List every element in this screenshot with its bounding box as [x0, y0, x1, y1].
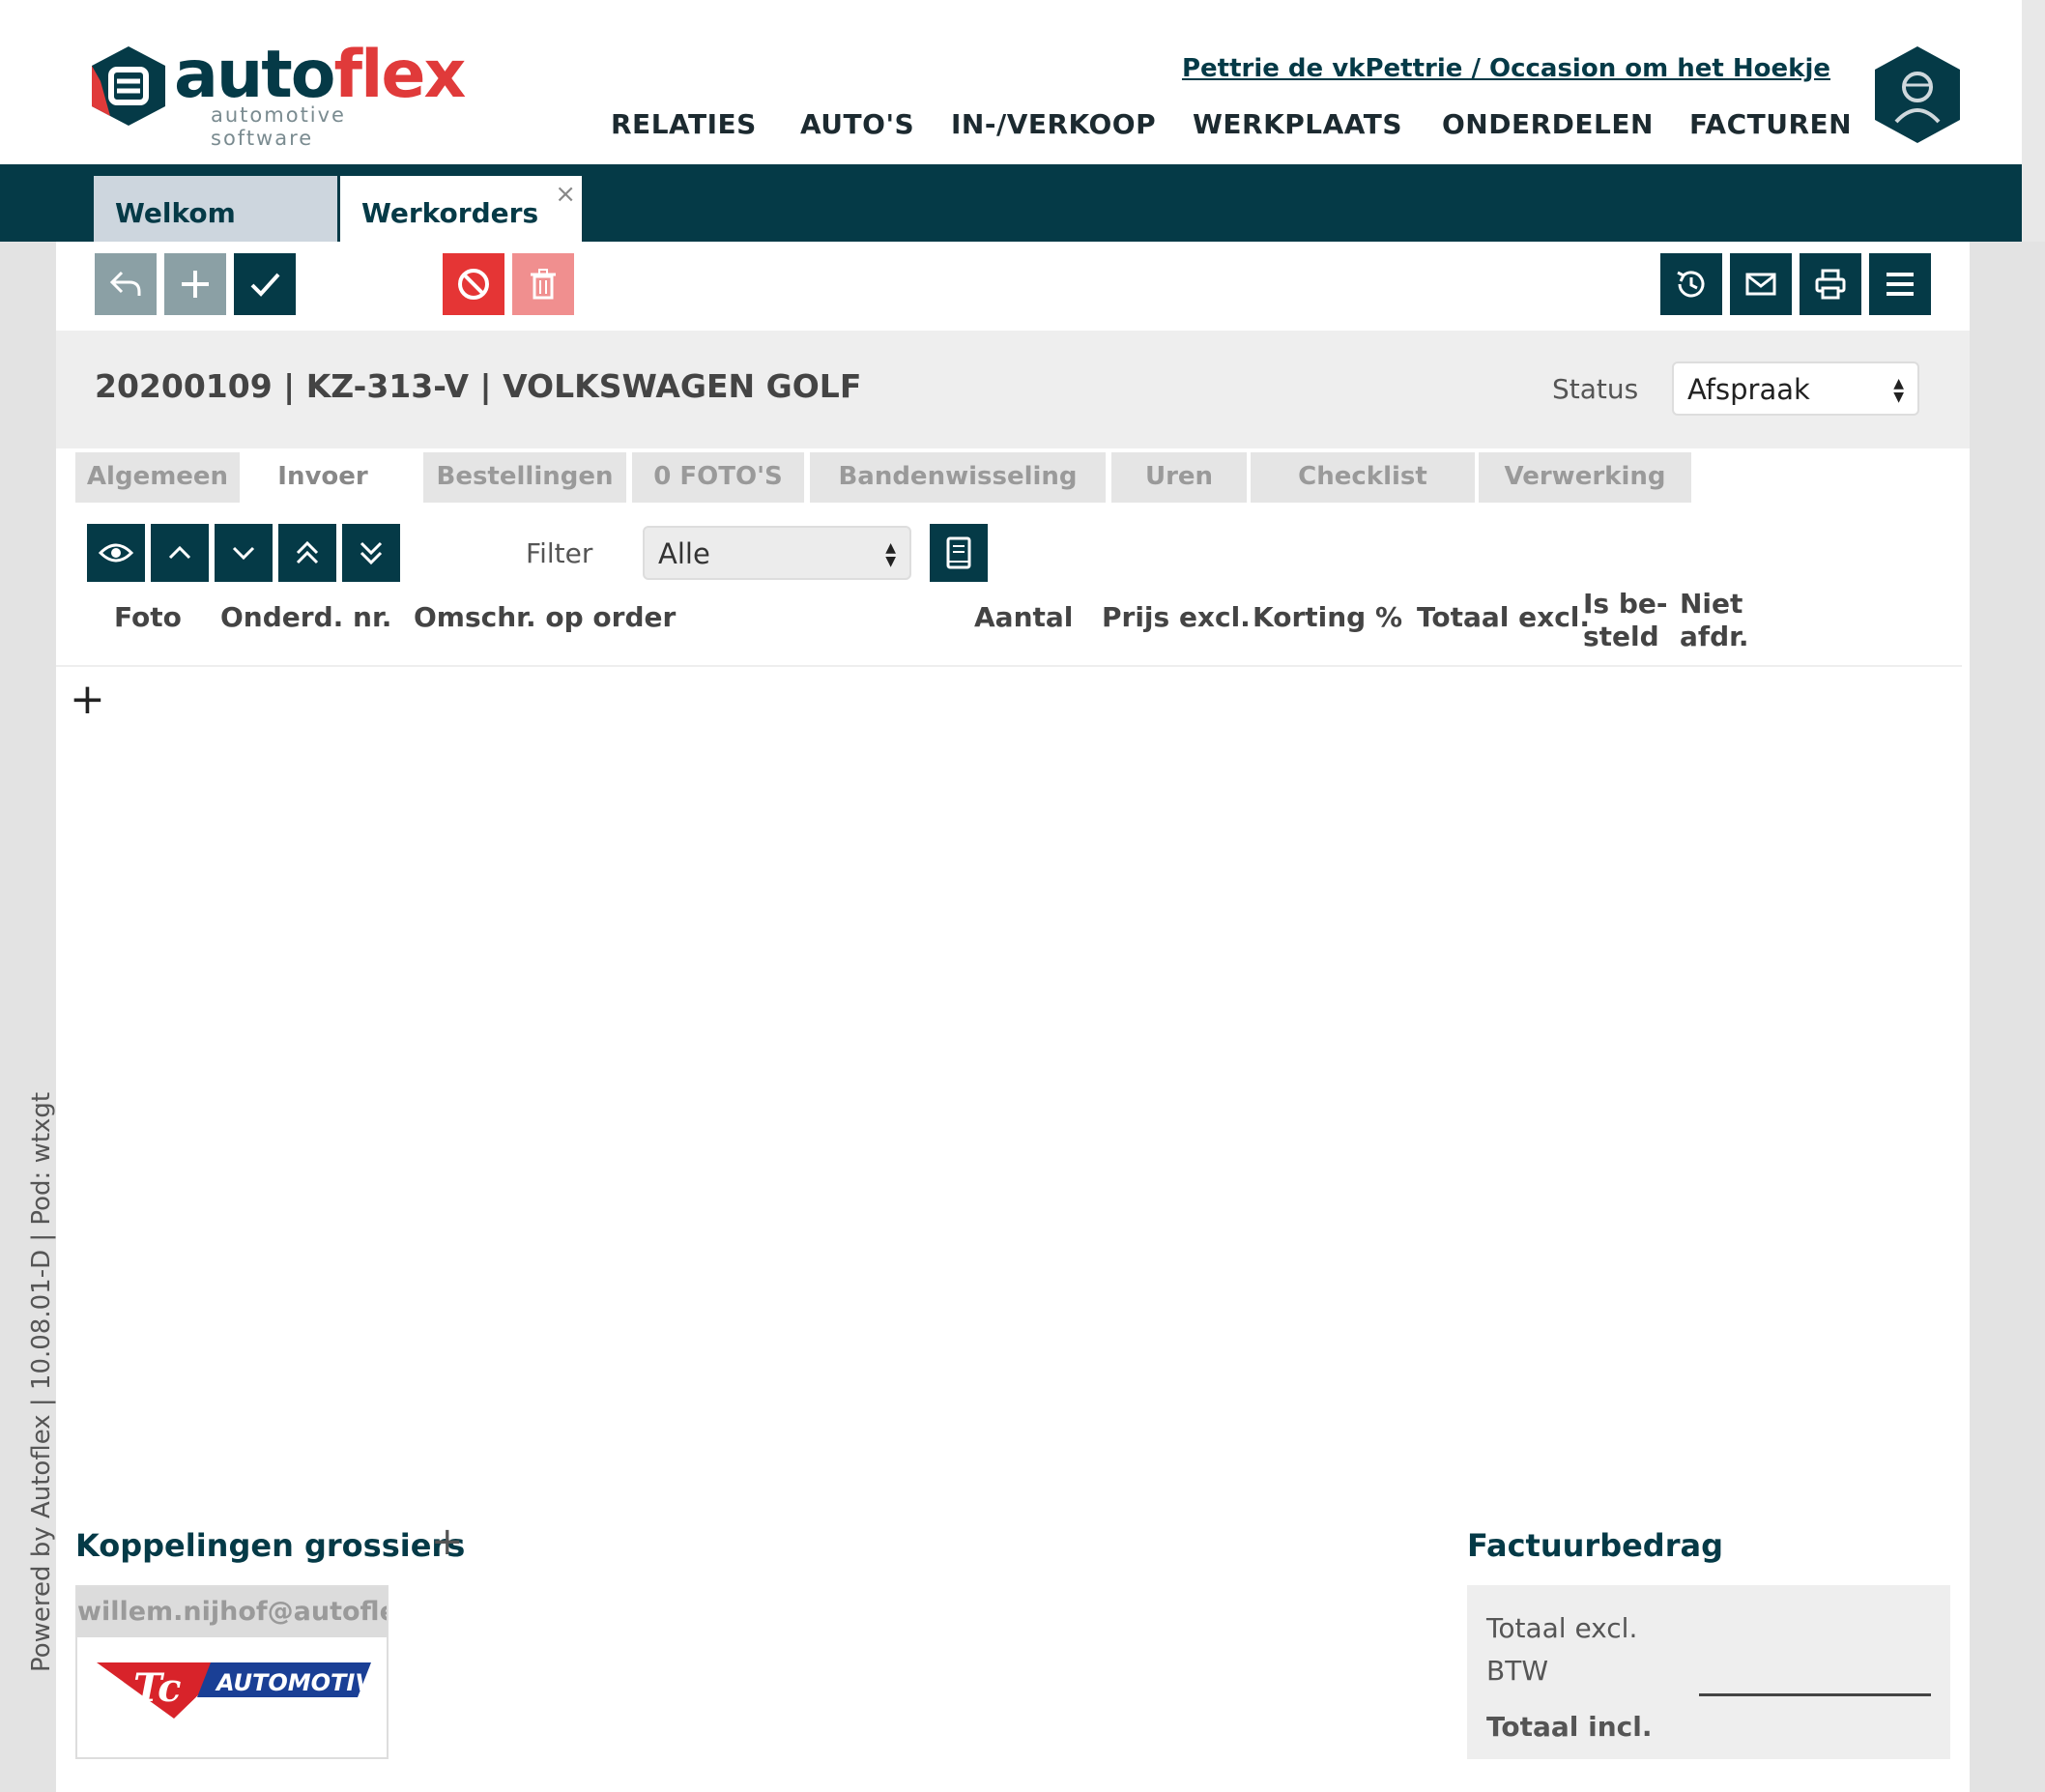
tab-werkorders-label: Werkorders: [361, 197, 539, 229]
add-line-button[interactable]: +: [70, 675, 105, 724]
plus-icon: [182, 271, 209, 298]
tab-close-icon[interactable]: ×: [555, 180, 576, 209]
toggle-visibility-button[interactable]: [87, 524, 145, 582]
catalog-button[interactable]: [930, 524, 988, 582]
column-omschrijving[interactable]: Omschr. op order: [414, 601, 676, 634]
tab-algemeen[interactable]: Algemeen: [75, 452, 240, 503]
move-up-button[interactable]: [151, 524, 209, 582]
column-is-besteld[interactable]: Is be- steld: [1583, 588, 1668, 653]
user-company-link[interactable]: Pettrie de vkPettrie / Occasion om het H…: [1182, 54, 1830, 83]
svg-text:AUTOMOTIVE: AUTOMOTIVE: [215, 1669, 371, 1696]
totaal-excl-label: Totaal excl.: [1486, 1612, 1638, 1644]
undo-arrow-icon: [109, 271, 141, 296]
nav-in-verkoop[interactable]: IN-/VERKOOP: [951, 108, 1156, 140]
prohibited-icon: [458, 269, 489, 300]
envelope-icon: [1745, 273, 1776, 296]
status-select[interactable]: Afspraak ▲ ▼: [1672, 361, 1919, 416]
trash-icon: [531, 269, 556, 300]
sum-divider: [1699, 1693, 1931, 1696]
column-totaal-excl[interactable]: Totaal excl.: [1417, 601, 1590, 634]
column-niet-afdr-line2: afdr.: [1680, 621, 1749, 652]
autoflex-logo-icon: [92, 46, 165, 126]
svg-text:Tc: Tc: [133, 1665, 182, 1711]
add-button[interactable]: [164, 253, 226, 315]
chevron-down-icon: [232, 546, 255, 561]
history-button[interactable]: [1660, 253, 1722, 315]
status-label: Status: [1552, 373, 1639, 405]
double-chevron-down-icon: [360, 541, 383, 565]
totaal-incl-label: Totaal incl.: [1486, 1711, 1653, 1743]
btw-label: BTW: [1486, 1655, 1548, 1687]
logo-tagline: automotive software: [211, 103, 346, 150]
filter-value: Alle: [658, 537, 710, 570]
move-down-button[interactable]: [215, 524, 273, 582]
powered-by-text: Powered by Autoflex | 10.08.01-D | Pod: …: [27, 1091, 56, 1672]
tab-verwerking[interactable]: Verwerking: [1479, 452, 1691, 503]
column-is-besteld-line1: Is be-: [1583, 588, 1668, 620]
koppelingen-title: Koppelingen grossiers: [75, 1527, 466, 1564]
tab-checklist[interactable]: Checklist: [1251, 452, 1475, 503]
workorder-title: 20200109 | KZ-313-V | VOLKSWAGEN GOLF: [95, 367, 862, 405]
column-niet-afdr[interactable]: Niet afdr.: [1680, 588, 1749, 653]
factuurbedrag-title: Factuurbedrag: [1467, 1527, 1723, 1564]
book-icon: [946, 536, 971, 569]
tab-uren[interactable]: Uren: [1111, 452, 1247, 503]
delete-button[interactable]: [512, 253, 574, 315]
printer-icon: [1815, 269, 1846, 300]
supplier-card[interactable]: willem.nijhof@autoflex. Tc AUTOMOTIVE: [75, 1585, 389, 1759]
document-tab-bar: Welkom Werkorders ×: [0, 164, 2045, 242]
supplier-account-email: willem.nijhof@autoflex.: [77, 1587, 387, 1637]
workorder-title-bar: 20200109 | KZ-313-V | VOLKSWAGEN GOLF St…: [56, 331, 1970, 448]
tc-automotive-logo: Tc AUTOMOTIVE: [97, 1645, 389, 1742]
email-button[interactable]: [1730, 253, 1792, 315]
move-top-button[interactable]: [278, 524, 336, 582]
column-niet-afdr-line1: Niet: [1680, 588, 1743, 620]
right-frame: [1970, 242, 2045, 1792]
cancel-button[interactable]: [443, 253, 504, 315]
status-value: Afspraak: [1687, 373, 1810, 406]
header-divider: [56, 665, 1962, 667]
nav-onderdelen[interactable]: ONDERDELEN: [1442, 108, 1654, 140]
column-foto[interactable]: Foto: [114, 601, 182, 634]
nav-autos[interactable]: AUTO'S: [800, 108, 914, 140]
tab-invoer[interactable]: Invoer: [242, 452, 404, 503]
tab-werkorders[interactable]: Werkorders ×: [340, 176, 582, 242]
move-bottom-button[interactable]: [342, 524, 400, 582]
column-aantal[interactable]: Aantal: [974, 601, 1073, 634]
tab-welkom[interactable]: Welkom: [94, 176, 337, 242]
autoflex-logo[interactable]: autoflex automotive software: [85, 37, 466, 150]
double-chevron-up-icon: [296, 540, 319, 564]
invoice-summary: Totaal excl. BTW Totaal incl.: [1467, 1585, 1950, 1759]
nav-facturen[interactable]: FACTUREN: [1689, 108, 1852, 140]
hamburger-menu-icon: [1887, 273, 1914, 296]
back-button[interactable]: [95, 253, 157, 315]
print-button[interactable]: [1800, 253, 1861, 315]
nav-relaties[interactable]: RELATIES: [611, 108, 757, 140]
tab-fotos[interactable]: 0 FOTO'S: [632, 452, 804, 503]
select-arrows-icon: ▲ ▼: [1893, 376, 1904, 405]
add-koppeling-button[interactable]: +: [431, 1519, 464, 1564]
chevron-up-icon: [168, 545, 191, 560]
column-korting[interactable]: Korting %: [1253, 601, 1402, 634]
column-is-besteld-line2: steld: [1583, 621, 1659, 652]
eye-icon: [98, 543, 134, 563]
column-prijs-excl[interactable]: Prijs excl.: [1102, 601, 1251, 634]
user-avatar-icon[interactable]: [1871, 44, 1964, 145]
tab-bandenwisseling[interactable]: Bandenwisseling: [810, 452, 1106, 503]
filter-select[interactable]: Alle ▲ ▼: [643, 526, 911, 580]
tab-bestellingen[interactable]: Bestellingen: [423, 452, 626, 503]
save-button[interactable]: [234, 253, 296, 315]
workorder-panel: 20200109 | KZ-313-V | VOLKSWAGEN GOLF St…: [56, 242, 1970, 1788]
logo-wordmark: autoflex: [174, 37, 466, 113]
app-header: autoflex automotive software Pettrie de …: [0, 0, 2045, 164]
filter-label: Filter: [526, 537, 593, 569]
menu-button[interactable]: [1869, 253, 1931, 315]
history-icon: [1677, 271, 1705, 298]
check-icon: [250, 273, 280, 297]
select-arrows-icon: ▲ ▼: [885, 540, 896, 569]
nav-werkplaats[interactable]: WERKPLAATS: [1193, 108, 1402, 140]
column-onderd-nr[interactable]: Onderd. nr.: [220, 601, 391, 634]
